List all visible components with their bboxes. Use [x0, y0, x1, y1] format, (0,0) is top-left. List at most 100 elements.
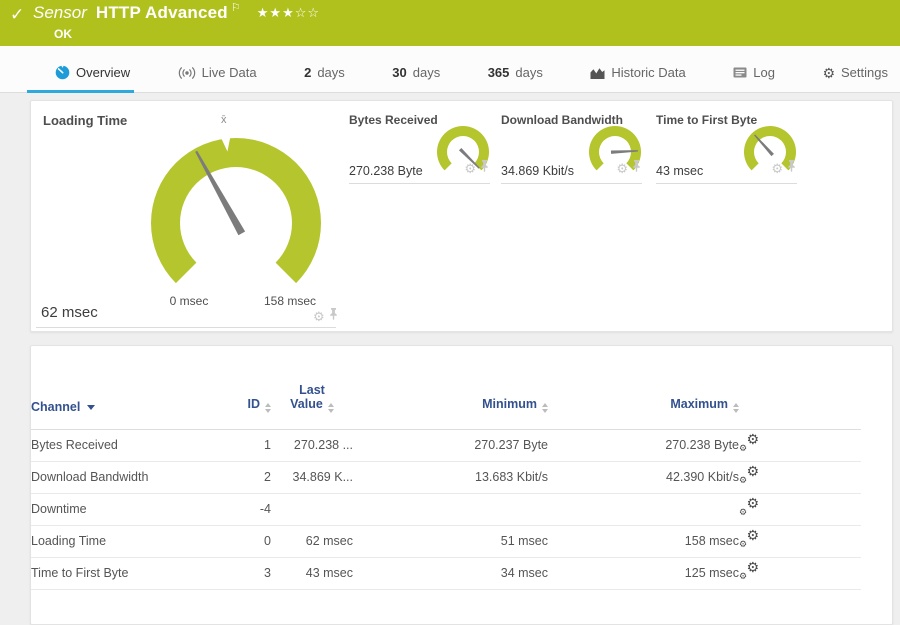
channel-settings-icon[interactable]: ⚙ ⚙	[739, 464, 759, 485]
flag-icon[interactable]: ⚐	[231, 1, 241, 14]
gauge-pin-icon[interactable]	[329, 307, 338, 325]
stars-filled: ★★★	[256, 5, 295, 20]
gauge-value-label: 34.869 Kbit/s	[501, 164, 576, 178]
tab-bar: Overview Live Data 2 days 30 days 365 da…	[0, 46, 900, 93]
column-header-channel[interactable]: Channel	[31, 346, 221, 430]
tab-30-days[interactable]: 30 days	[392, 65, 440, 92]
channel-id: 3	[221, 557, 271, 590]
channel-settings-icon[interactable]: ⚙ ⚙	[739, 560, 759, 581]
channel-settings-icon[interactable]: ⚙ ⚙	[739, 496, 759, 517]
tab-label: days	[317, 65, 345, 80]
tab-settings[interactable]: ⚙ Settings	[822, 65, 888, 92]
priority-stars[interactable]: ★★★☆☆	[257, 5, 320, 21]
gauge-pin-icon[interactable]	[787, 159, 796, 177]
tab-label: days	[412, 65, 441, 80]
divider	[36, 327, 336, 328]
sort-icon	[542, 402, 548, 413]
table-row[interactable]: Download Bandwidth 2 34.869 K... 13.683 …	[31, 461, 861, 494]
gauge-pin-icon[interactable]	[632, 159, 641, 177]
tab-2-days[interactable]: 2 days	[304, 65, 345, 92]
table-row[interactable]: Downtime -4 ⚙ ⚙	[31, 493, 861, 526]
channel-name: Download Bandwidth	[31, 461, 221, 494]
gauge-icon	[55, 65, 70, 80]
column-header-maximum[interactable]: Maximum	[548, 346, 739, 430]
broadcast-icon	[178, 66, 196, 79]
table-row[interactable]: Loading Time 0 62 msec 51 msec 158 msec …	[31, 525, 861, 558]
mean-marker-symbol: x̄	[221, 114, 227, 126]
gauge-card-download-bandwidth: Download Bandwidth 34.869 Kbit/s ⚙	[501, 113, 642, 184]
column-header-last-value[interactable]: Last Value	[271, 346, 353, 430]
tab-log[interactable]: Log	[733, 65, 775, 92]
gear-icon: ⚙	[822, 64, 835, 81]
gauge-settings-icon[interactable]: ⚙	[313, 310, 325, 323]
last-value: 270.238 ...	[271, 429, 353, 462]
gauge-card-time-to-first-byte: Time to First Byte 43 msec ⚙	[656, 113, 797, 184]
gauge-settings-icon[interactable]: ⚙	[771, 162, 783, 175]
column-label: Last	[299, 382, 325, 397]
maximum-value	[548, 493, 739, 526]
tab-live-data[interactable]: Live Data	[178, 65, 257, 92]
gauge-settings-icon[interactable]: ⚙	[464, 162, 476, 175]
table-row[interactable]: Bytes Received 1 270.238 ... 270.237 Byt…	[31, 429, 861, 462]
tab-label: days	[515, 65, 543, 80]
column-header-actions	[739, 346, 861, 430]
channel-id: 2	[221, 461, 271, 494]
tab-number: 365	[487, 65, 510, 80]
last-value	[271, 493, 353, 526]
maximum-value: 270.238 Byte	[548, 429, 739, 462]
tab-365-days[interactable]: 365 days	[488, 65, 543, 92]
gauge-card-bytes-received: Bytes Received 270.238 Byte ⚙	[349, 113, 490, 184]
column-label: Channel	[31, 399, 81, 414]
channel-settings-icon[interactable]: ⚙ ⚙	[739, 528, 759, 549]
status-badge: OK	[54, 27, 72, 41]
channel-id: 1	[221, 429, 271, 462]
column-header-minimum[interactable]: Minimum	[353, 346, 548, 430]
column-header-id[interactable]: ID	[221, 346, 271, 430]
last-value: 62 msec	[271, 525, 353, 558]
sensor-kind-label: Sensor	[33, 3, 87, 22]
tab-label: Settings	[841, 65, 888, 80]
sensor-header: ✓ Sensor HTTP Advanced ⚐ ★★★☆☆ OK	[0, 0, 900, 46]
area-chart-icon	[590, 67, 605, 79]
tab-label: Historic Data	[611, 65, 686, 80]
stars-empty: ☆☆	[294, 5, 321, 20]
channel-settings-icon[interactable]: ⚙ ⚙	[739, 432, 759, 453]
tab-number: 30	[392, 65, 407, 80]
sensor-title: HTTP Advanced	[95, 3, 228, 22]
channel-name: Time to First Byte	[31, 557, 221, 590]
sort-icon	[327, 402, 334, 413]
channel-id: -4	[221, 493, 271, 526]
minimum-value: 270.237 Byte	[353, 429, 548, 462]
status-check-icon: ✓	[10, 5, 25, 24]
channel-name: Downtime	[31, 493, 221, 526]
maximum-value: 42.390 Kbit/s	[548, 461, 739, 494]
minimum-value	[353, 493, 548, 526]
channel-name: Bytes Received	[31, 429, 221, 462]
tab-label: Live Data	[201, 65, 257, 80]
tab-label: Log	[753, 65, 775, 80]
gauge-min-label: 0 msec	[169, 294, 209, 308]
gauge-pin-icon[interactable]	[480, 159, 489, 177]
primary-gauge-title: Loading Time	[43, 113, 128, 128]
gauge-value-label: 43 msec	[656, 164, 706, 178]
gauge-settings-icon[interactable]: ⚙	[616, 162, 628, 175]
column-label: Maximum	[670, 396, 728, 411]
tab-number: 2	[304, 65, 312, 80]
gauge-value-label: 62 msec	[41, 304, 98, 321]
gauges-panel: Loading Time x̄ 0 msec 158 msec 62 msec …	[30, 100, 893, 332]
tab-label: Overview	[76, 65, 131, 80]
column-label: ID	[247, 396, 261, 411]
sort-desc-icon	[87, 404, 96, 410]
log-list-icon	[733, 67, 747, 78]
minimum-value: 13.683 Kbit/s	[353, 461, 548, 494]
tab-overview[interactable]: Overview	[26, 65, 135, 93]
tab-historic-data[interactable]: Historic Data	[590, 65, 686, 92]
maximum-value: 125 msec	[548, 557, 739, 590]
channel-table: Channel ID Last Value Minimum Maximum By…	[31, 346, 861, 590]
minimum-value: 51 msec	[353, 525, 548, 558]
last-value: 34.869 K...	[271, 461, 353, 494]
loading-time-gauge	[141, 128, 331, 318]
channels-panel: Channel ID Last Value Minimum Maximum By…	[30, 345, 893, 625]
last-value: 43 msec	[271, 557, 353, 590]
table-row[interactable]: Time to First Byte 3 43 msec 34 msec 125…	[31, 557, 861, 590]
